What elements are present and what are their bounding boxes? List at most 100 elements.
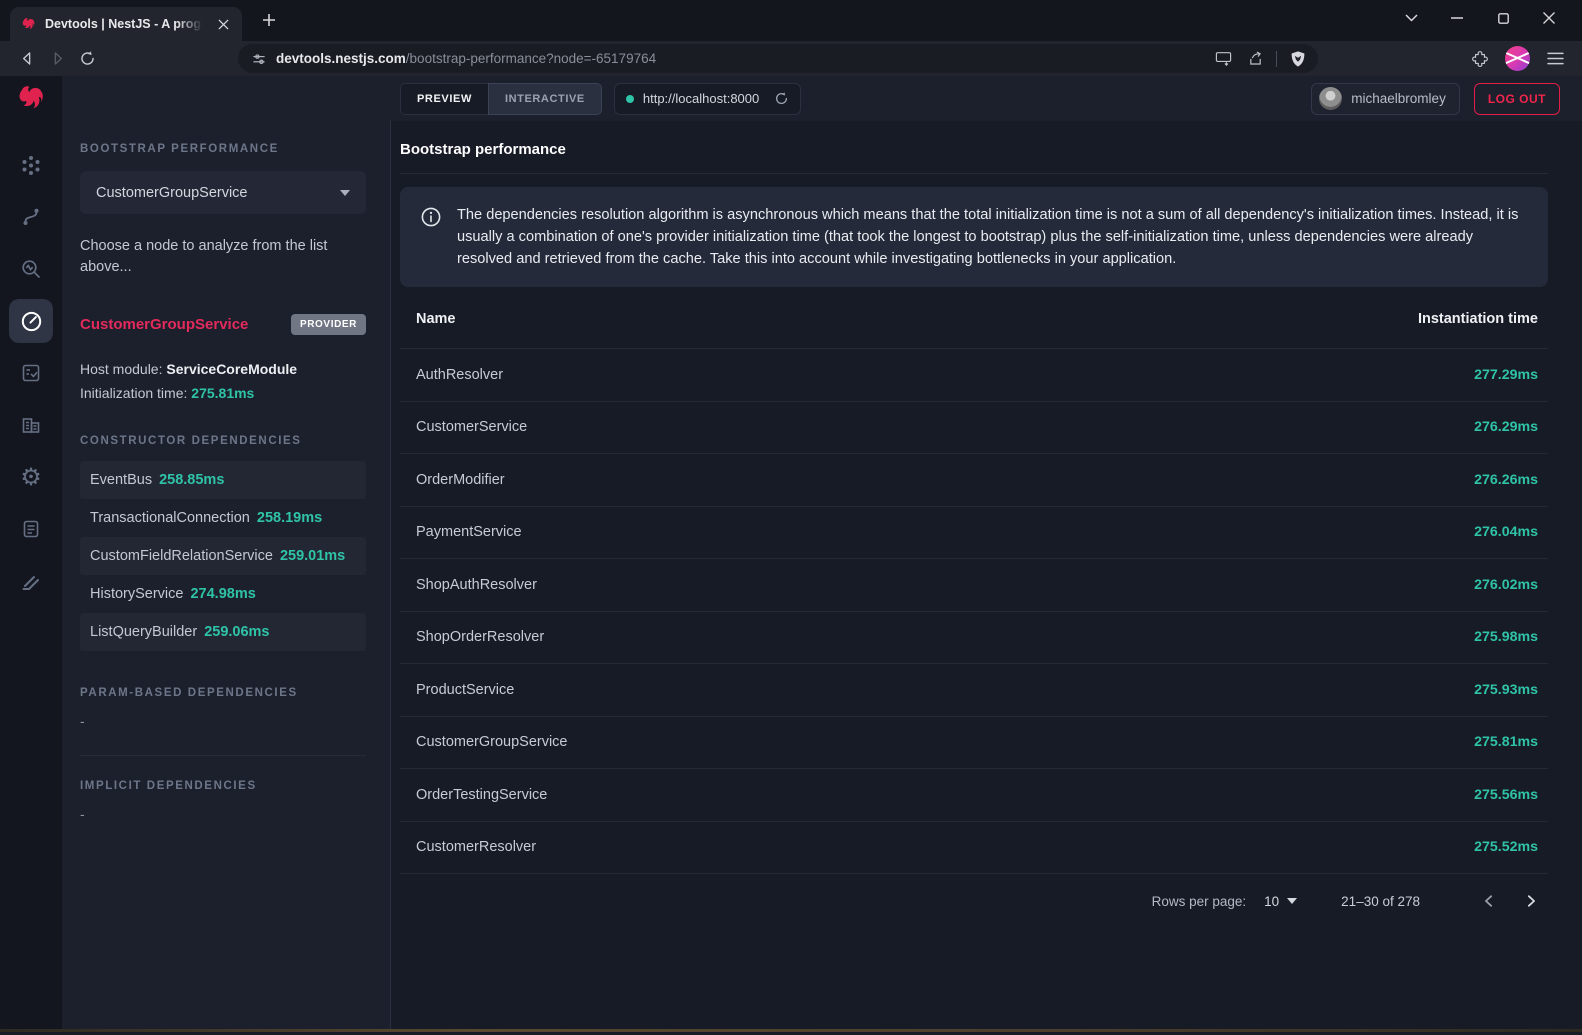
settings-gear-icon[interactable]: ⚙ bbox=[9, 455, 53, 499]
nav-rail: ⚙ bbox=[0, 121, 62, 1032]
username: michaelbromley bbox=[1351, 91, 1446, 106]
row-name: OrderTestingService bbox=[416, 787, 547, 803]
dependency-time: 258.19ms bbox=[257, 510, 322, 526]
new-tab-button[interactable] bbox=[256, 7, 282, 33]
target-url-text: http://localhost:8000 bbox=[643, 91, 759, 106]
info-icon bbox=[420, 206, 442, 228]
row-name: CustomerGroupService bbox=[416, 734, 568, 750]
node-header: CustomerGroupService PROVIDER bbox=[80, 314, 366, 335]
browser-tab[interactable]: Devtools | NestJS - A progressive bbox=[10, 7, 242, 41]
row-name: CustomerService bbox=[416, 419, 527, 435]
table-row[interactable]: CustomerResolver 275.52ms bbox=[400, 822, 1548, 875]
dependency-name: TransactionalConnection bbox=[90, 510, 250, 526]
address-bar[interactable]: devtools.nestjs.com/bootstrap-performanc… bbox=[238, 44, 1318, 73]
rows-per-page-select[interactable]: 10 bbox=[1264, 894, 1297, 909]
minimize-button[interactable] bbox=[1434, 2, 1480, 34]
dependency-name: HistoryService bbox=[90, 586, 183, 602]
table-row[interactable]: ProductService 275.93ms bbox=[400, 664, 1548, 717]
share-icon[interactable] bbox=[1241, 46, 1269, 72]
preview-button[interactable]: PREVIEW bbox=[400, 83, 488, 115]
row-instantiation-time: 275.52ms bbox=[1474, 839, 1538, 855]
url-path: /bootstrap-performance?node=-65179764 bbox=[406, 51, 656, 66]
table-row[interactable]: OrderModifier276.26ms bbox=[400, 454, 1548, 507]
row-instantiation-time: 276.02ms bbox=[1474, 577, 1538, 593]
pagination-bar: Rows per page: 10 21–30 of 278 bbox=[400, 874, 1548, 928]
browser-profile-avatar[interactable] bbox=[1505, 46, 1530, 71]
table-row[interactable]: CustomerGroupService275.81ms bbox=[400, 717, 1548, 770]
row-instantiation-time: 277.29ms bbox=[1474, 367, 1538, 383]
routes-icon[interactable] bbox=[9, 195, 53, 239]
host-module-line: Host module: ServiceCoreModule bbox=[80, 357, 366, 381]
node-select-value: CustomerGroupService bbox=[96, 185, 248, 201]
table-row[interactable]: CustomerService 276.29ms bbox=[400, 402, 1548, 455]
dependency-time: 274.98ms bbox=[190, 586, 255, 602]
row-name: ProductService bbox=[416, 682, 514, 698]
node-select-dropdown[interactable]: CustomerGroupService bbox=[80, 171, 366, 214]
dependency-item[interactable]: EventBus258.85ms bbox=[80, 461, 366, 499]
tab-search-chevron-icon[interactable] bbox=[1388, 2, 1434, 34]
logs-icon[interactable] bbox=[9, 507, 53, 551]
row-instantiation-time: 275.56ms bbox=[1474, 787, 1538, 803]
row-instantiation-time: 276.26ms bbox=[1474, 472, 1538, 488]
dependency-time: 259.06ms bbox=[204, 624, 269, 640]
audit-checklist-icon[interactable] bbox=[9, 351, 53, 395]
user-avatar bbox=[1319, 87, 1342, 110]
row-name: AuthResolver bbox=[416, 367, 503, 383]
column-instantiation-time: Instantiation time bbox=[1418, 311, 1538, 327]
row-instantiation-time: 276.29ms bbox=[1474, 419, 1538, 435]
node-name: CustomerGroupService bbox=[80, 316, 248, 333]
row-instantiation-time: 275.93ms bbox=[1474, 682, 1538, 698]
target-url-field[interactable]: http://localhost:8000 bbox=[614, 83, 801, 115]
dependency-item[interactable]: TransactionalConnection 258.19ms bbox=[80, 499, 366, 537]
performance-gauge-icon[interactable] bbox=[9, 299, 53, 343]
pagination-range: 21–30 of 278 bbox=[1341, 894, 1420, 909]
reading-mode-icon[interactable] bbox=[1209, 46, 1237, 72]
table-row[interactable]: ShopOrderResolver275.98ms bbox=[400, 612, 1548, 665]
node-details-panel: BOOTSTRAP PERFORMANCE CustomerGroupServi… bbox=[62, 121, 391, 1032]
site-settings-icon[interactable] bbox=[251, 51, 267, 67]
user-menu[interactable]: michaelbromley bbox=[1311, 83, 1460, 115]
toolbar-right-actions bbox=[1465, 45, 1570, 73]
table-row[interactable]: AuthResolver 277.29ms bbox=[400, 349, 1548, 402]
graph-icon[interactable] bbox=[9, 143, 53, 187]
logout-button[interactable]: LOG OUT bbox=[1474, 83, 1560, 115]
insights-icon[interactable] bbox=[9, 247, 53, 291]
constructor-deps-list: EventBus258.85ms TransactionalConnection 2… bbox=[80, 461, 366, 651]
url-domain: devtools.nestjs.com bbox=[276, 51, 406, 66]
interactive-button[interactable]: INTERACTIVE bbox=[488, 83, 602, 115]
panel-section-title: BOOTSTRAP PERFORMANCE bbox=[80, 143, 366, 155]
connection-status-dot bbox=[626, 95, 634, 103]
implicit-deps-empty: - bbox=[80, 806, 366, 822]
next-page-button[interactable] bbox=[1514, 884, 1548, 918]
forward-button[interactable] bbox=[42, 45, 72, 73]
dependency-item[interactable]: CustomFieldRelationService259.01ms bbox=[80, 537, 366, 575]
tools-icon[interactable] bbox=[9, 559, 53, 603]
info-text: The dependencies resolution algorithm is… bbox=[457, 204, 1528, 270]
back-button[interactable] bbox=[12, 45, 42, 73]
maximize-button[interactable] bbox=[1480, 2, 1526, 34]
browser-tabstrip: Devtools | NestJS - A progressive bbox=[0, 0, 1582, 41]
info-callout: The dependencies resolution algorithm is… bbox=[400, 187, 1548, 287]
tab-close-icon[interactable] bbox=[214, 15, 232, 33]
table-row[interactable]: PaymentService276.04ms bbox=[400, 507, 1548, 560]
modules-icon[interactable] bbox=[9, 403, 53, 447]
param-deps-title: PARAM-BASED DEPENDENCIES bbox=[80, 687, 366, 699]
previous-page-button[interactable] bbox=[1472, 884, 1506, 918]
table-row[interactable]: OrderTestingService 275.56ms bbox=[400, 769, 1548, 822]
nestjs-logo-icon bbox=[0, 76, 62, 121]
window-controls bbox=[1388, 0, 1572, 36]
row-name: CustomerResolver bbox=[416, 839, 536, 855]
target-reload-icon[interactable] bbox=[774, 91, 789, 106]
brave-shield-icon[interactable] bbox=[1284, 46, 1312, 72]
address-bar-separator bbox=[1276, 51, 1277, 67]
node-meta: Host module: ServiceCoreModule Initializ… bbox=[80, 357, 366, 405]
dependency-item[interactable]: ListQueryBuilder259.06ms bbox=[80, 613, 366, 651]
close-window-button[interactable] bbox=[1526, 2, 1572, 34]
dependency-time: 258.85ms bbox=[159, 472, 224, 488]
dependency-item[interactable]: HistoryService 274.98ms bbox=[80, 575, 366, 613]
table-row[interactable]: ShopAuthResolver276.02ms bbox=[400, 559, 1548, 612]
extensions-icon[interactable] bbox=[1465, 45, 1495, 73]
devtools-app: PREVIEW INTERACTIVE http://localhost:800… bbox=[0, 76, 1582, 1032]
browser-menu-icon[interactable] bbox=[1540, 45, 1570, 73]
reload-button[interactable] bbox=[72, 45, 102, 73]
